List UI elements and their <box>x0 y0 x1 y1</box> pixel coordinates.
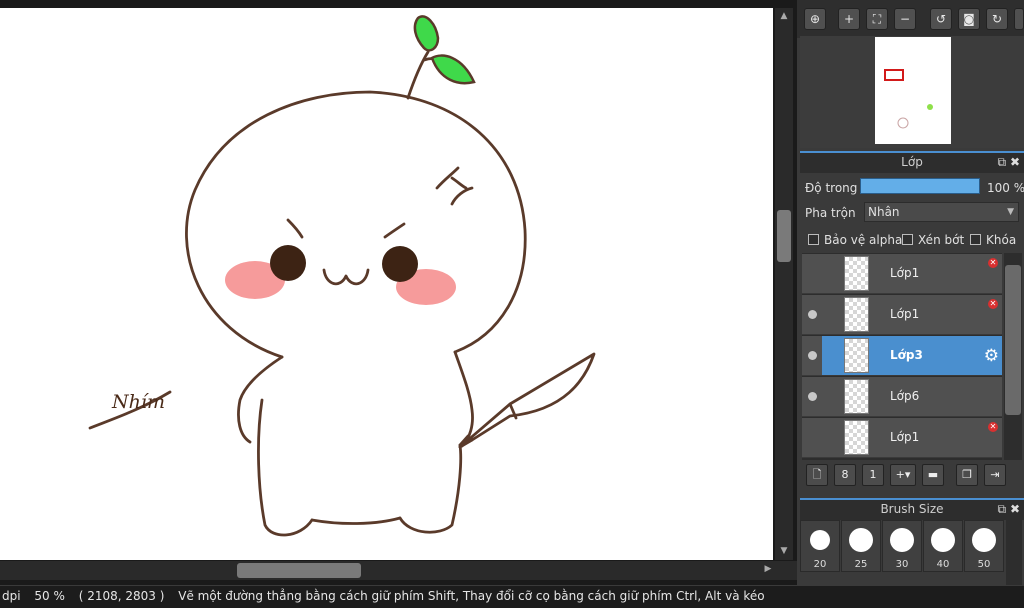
brush-size-label: 20 <box>813 559 827 570</box>
scroll-down-icon[interactable]: ▼ <box>777 545 791 557</box>
rotate-left-icon[interactable]: ↺ <box>930 8 952 30</box>
layer-panel-header: Lớp ⧉ ✖ <box>800 151 1024 173</box>
delete-layer-icon[interactable]: ✕ <box>988 258 998 268</box>
popout-icon[interactable]: ⧉ <box>998 502 1007 516</box>
status-bar: dpi 50 % ( 2108, 2803 ) Vẽ một đường thẳ… <box>0 585 1024 608</box>
navigator-viewport-rect[interactable] <box>884 69 904 81</box>
layer-thumbnail <box>844 379 869 414</box>
close-icon[interactable]: ✖ <box>1010 502 1020 516</box>
brush-dot <box>849 528 873 552</box>
layer-row[interactable]: Lớp1 ✕ <box>802 254 1002 294</box>
brush-dot <box>931 528 955 552</box>
brush-size-label: 40 <box>936 559 950 570</box>
brush-dot <box>810 530 830 550</box>
character-illustration: Nhím <box>88 15 596 537</box>
brush-scrollbar[interactable] <box>1006 520 1022 585</box>
blend-mode-value: Nhân <box>868 205 900 219</box>
layer-thumbnail <box>844 297 869 332</box>
layer-row-selected[interactable]: Lớp3 ⚙ <box>822 336 1002 376</box>
new-1bit-layer-icon[interactable]: 1 <box>862 464 884 486</box>
lock-checkbox[interactable] <box>970 234 981 245</box>
horizontal-scroll-thumb[interactable] <box>237 563 361 578</box>
fullscreen-icon[interactable]: ⛶ <box>866 8 888 30</box>
lock-label: Khóa <box>986 233 1017 247</box>
folder-icon[interactable]: ▬ <box>922 464 944 486</box>
brush-panel-header: Brush Size ⧉ ✖ <box>800 498 1024 520</box>
protect-alpha-label: Bảo vệ alpha <box>824 233 903 247</box>
zoom-out-icon[interactable]: − <box>894 8 916 30</box>
layer-name: Lớp1 <box>890 430 920 444</box>
status-dpi: dpi <box>2 589 21 603</box>
add-layer-menu-icon[interactable]: +▾ <box>890 464 916 486</box>
visibility-icon[interactable] <box>808 351 817 360</box>
new-halftone-layer-icon[interactable]: 8 <box>834 464 856 486</box>
brush-size-label: 50 <box>977 559 991 570</box>
zoom-in-icon[interactable]: + <box>838 8 860 30</box>
vertical-scroll-thumb[interactable] <box>777 210 791 262</box>
scroll-right-icon[interactable]: ▶ <box>762 563 774 578</box>
status-zoom: 50 % <box>34 589 65 603</box>
navigator-toolbar: ⊕ + ⛶ − ↺ ◙ ↻ <box>797 0 1024 38</box>
brush-size-label: 30 <box>895 559 909 570</box>
duplicate-layer-icon[interactable]: ❐ <box>956 464 978 486</box>
status-hint: Vẽ một đường thẳng bằng cách giữ phím Sh… <box>178 589 765 603</box>
layer-row[interactable]: Lớp6 <box>802 377 1002 417</box>
thumbnail-art <box>897 104 933 129</box>
more-icon[interactable] <box>1014 8 1024 30</box>
delete-layer-icon[interactable]: ✕ <box>988 422 998 432</box>
brush-size-label: 25 <box>854 559 868 570</box>
brush-panel-title: Brush Size <box>880 502 944 516</box>
delete-layer-icon[interactable]: ✕ <box>988 299 998 309</box>
layer-panel-title: Lớp <box>901 155 923 169</box>
popout-icon[interactable]: ⧉ <box>998 155 1007 169</box>
opacity-label: Độ trong <box>805 181 858 195</box>
layer-row[interactable]: Lớp1 ✕ <box>802 418 1002 458</box>
blend-label: Pha trộn <box>805 206 856 220</box>
gear-icon[interactable]: ⚙ <box>984 346 999 366</box>
layer-row[interactable]: Lớp1 ✕ <box>802 295 1002 335</box>
drawing-canvas[interactable]: Nhím <box>0 8 773 560</box>
opacity-value: 100 % <box>987 181 1024 195</box>
scroll-up-icon[interactable]: ▲ <box>777 10 791 22</box>
layer-visibility-cell <box>802 336 822 376</box>
brush-dot <box>972 528 996 552</box>
visibility-icon[interactable] <box>808 392 817 401</box>
reset-view-icon[interactable]: ◙ <box>958 8 980 30</box>
blend-mode-select[interactable]: Nhân ▼ <box>864 202 1019 222</box>
signature-text: Nhím <box>111 391 165 413</box>
layer-name: Lớp6 <box>890 389 920 403</box>
brush-dot <box>890 528 914 552</box>
close-icon[interactable]: ✖ <box>1010 155 1020 169</box>
new-layer-icon[interactable]: 🗋 <box>806 464 828 486</box>
protect-alpha-checkbox[interactable] <box>808 234 819 245</box>
opacity-slider[interactable] <box>860 178 980 194</box>
merge-layer-icon[interactable]: ⇥ <box>984 464 1006 486</box>
zoom-fit-icon[interactable]: ⊕ <box>804 8 826 30</box>
navigator-thumbnail[interactable] <box>875 37 951 144</box>
canvas-top-border <box>0 0 797 8</box>
clipping-label: Xén bớt <box>918 233 965 247</box>
vertical-scrollbar[interactable] <box>775 8 793 560</box>
horizontal-scrollbar[interactable] <box>0 561 797 580</box>
rotate-right-icon[interactable]: ↻ <box>986 8 1008 30</box>
status-coords: ( 2108, 2803 ) <box>78 589 165 603</box>
layer-name: Lớp3 <box>890 348 923 362</box>
chevron-down-icon: ▼ <box>1007 207 1014 217</box>
layer-name: Lớp1 <box>890 307 920 321</box>
layer-scroll-thumb[interactable] <box>1005 265 1021 415</box>
layer-thumbnail <box>844 420 869 455</box>
visibility-icon[interactable] <box>808 310 817 319</box>
layer-name: Lớp1 <box>890 266 920 280</box>
clipping-checkbox[interactable] <box>902 234 913 245</box>
layer-thumbnail <box>844 256 869 291</box>
layer-thumbnail <box>844 338 869 373</box>
